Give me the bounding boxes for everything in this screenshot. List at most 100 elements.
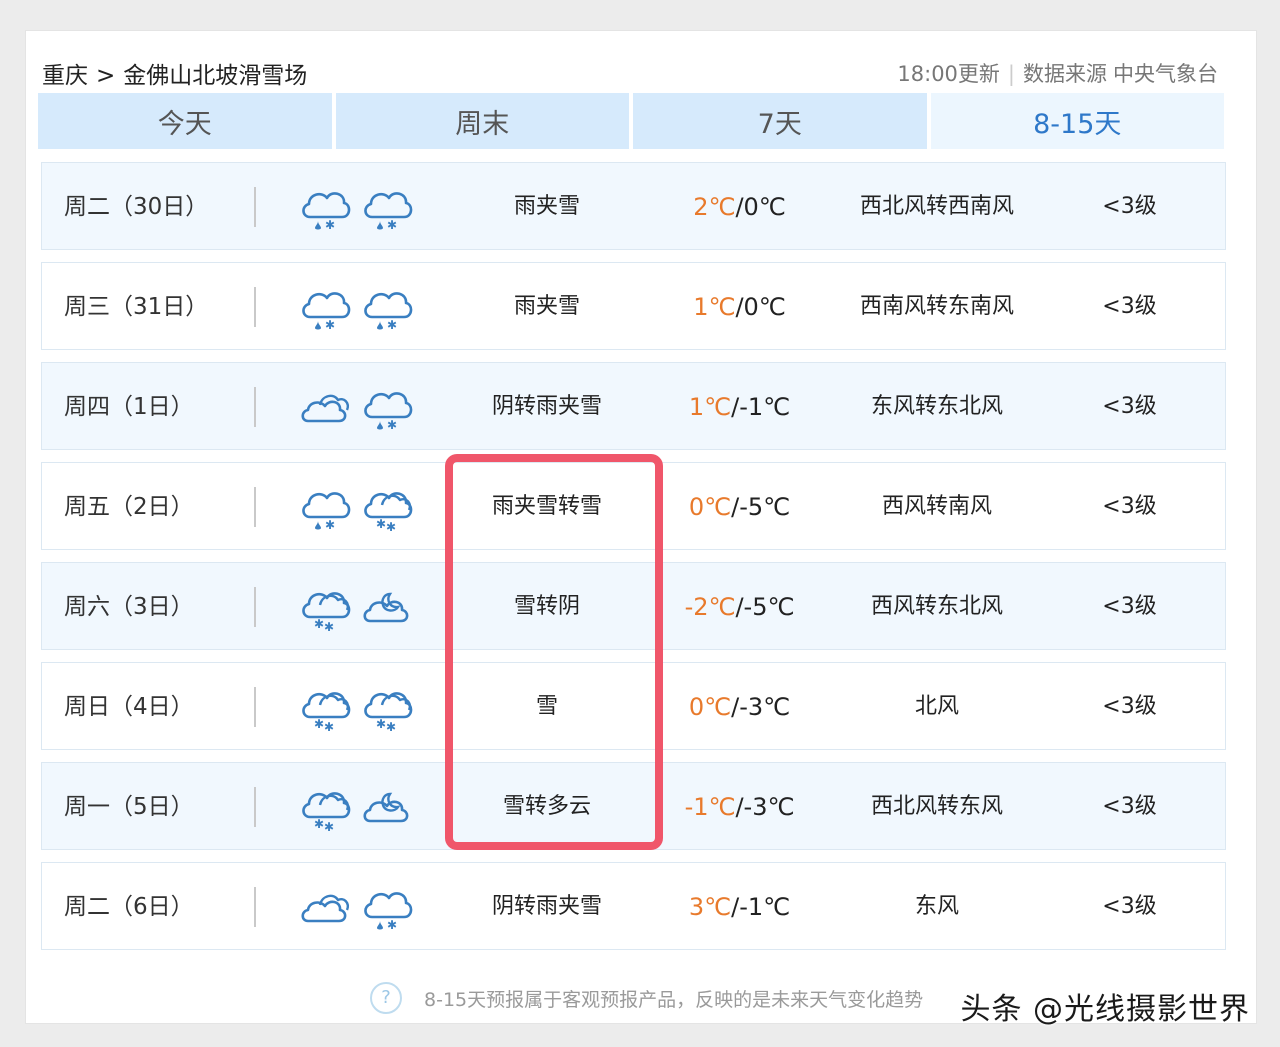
wind-direction: 西北风转东风: [870, 794, 1003, 819]
temp-low: /-3℃: [735, 793, 795, 821]
wind-direction: 东风: [914, 894, 959, 919]
svg-text:✱: ✱: [324, 620, 334, 631]
svg-text:✱: ✱: [387, 418, 397, 431]
temp-low: /-5℃: [735, 593, 795, 621]
wind-level: <3级: [1102, 794, 1157, 819]
row-date: 周五（2日）: [64, 494, 194, 520]
wind-direction: 西南风转东南风: [859, 294, 1014, 319]
forecast-row: 周三（31日） ✱ ✱ 雨夹雪 1℃/0℃ 西南风转东南风 <3级: [41, 262, 1226, 350]
temperature: 0℃/-3℃: [652, 663, 827, 751]
svg-text:✱: ✱: [314, 817, 324, 831]
weather-description: 雪: [535, 694, 558, 719]
snow-icon: ✱ ✱: [360, 681, 414, 734]
temp-high: 1℃: [693, 293, 736, 321]
svg-text:✱: ✱: [325, 518, 335, 531]
row-date: 周六（3日）: [64, 594, 194, 620]
weather-description: 雨夹雪转雪: [491, 494, 602, 519]
wind-level: <3级: [1102, 594, 1157, 619]
update-time: 18:00更新: [897, 62, 1000, 86]
snow-icon: ✱ ✱: [298, 781, 352, 834]
temperature: 0℃/-5℃: [652, 463, 827, 551]
temp-low: /-3℃: [731, 693, 791, 721]
wind-level: <3级: [1102, 494, 1157, 519]
update-info: 18:00更新 | 数据来源 中央气象台: [897, 58, 1218, 88]
weather-description: 雨夹雪: [513, 194, 580, 219]
source-label: 数据来源: [1023, 62, 1107, 86]
cloudy-night-icon: [360, 581, 414, 631]
overcast-icon: [298, 381, 352, 431]
forecast-row: 周二（6日） ✱ 阴转雨夹雪 3℃/-1℃ 东风 <3级: [41, 862, 1226, 950]
breadcrumb: 重庆 > 金佛山北坡滑雪场: [42, 56, 307, 90]
tab-today[interactable]: 今天: [38, 93, 332, 149]
svg-text:✱: ✱: [386, 520, 396, 531]
svg-text:✱: ✱: [387, 918, 397, 931]
tab-7-days[interactable]: 7天: [633, 93, 927, 149]
temperature: 1℃/-1℃: [652, 363, 827, 451]
snow-icon: ✱ ✱: [298, 681, 352, 734]
temp-high: 2℃: [693, 193, 736, 221]
temperature: -2℃/-5℃: [652, 563, 827, 651]
temp-low: /-5℃: [731, 493, 791, 521]
row-date: 周日（4日）: [64, 694, 194, 720]
footer-note: 8-15天预报属于客观预报产品，反映的是未来天气变化趋势: [424, 988, 924, 1011]
svg-text:✱: ✱: [314, 617, 324, 631]
wind-direction: 西风转东北风: [870, 594, 1003, 619]
tab-8-15-days[interactable]: 8-15天: [930, 93, 1224, 149]
breadcrumb-separator: >: [96, 63, 116, 89]
forecast-row: 周四（1日） ✱ 阴转雨夹雪 1℃/-1℃ 东风转东北风 <3级: [41, 362, 1226, 450]
weather-description: 雪转多云: [502, 794, 591, 819]
svg-text:✱: ✱: [386, 720, 396, 731]
forecast-row: 周一（5日） ✱ ✱ 雪转多云 -1℃/-3℃ 西北风转东风 <3级: [41, 762, 1226, 850]
svg-text:✱: ✱: [314, 717, 324, 731]
forecast-row: 周日（4日） ✱ ✱ ✱ ✱ 雪 0℃/-3℃ 北风 <3级: [41, 662, 1226, 750]
rain-snow-icon: ✱: [360, 181, 414, 232]
rain-snow-icon: ✱: [298, 281, 352, 332]
temp-low: /0℃: [735, 193, 786, 221]
wind-direction: 东风转东北风: [870, 394, 1003, 419]
svg-text:✱: ✱: [325, 318, 335, 331]
row-divider: [254, 587, 256, 627]
forecast-tabs: 今天 周末 7天 8-15天: [38, 93, 1224, 149]
footer: ? 8-15天预报属于客观预报产品，反映的是未来天气变化趋势: [370, 982, 923, 1014]
row-divider: [254, 687, 256, 727]
forecast-row: 周五（2日） ✱ ✱ ✱ 雨夹雪转雪 0℃/-5℃ 西风转南风 <3级: [41, 462, 1226, 550]
temp-high: 3℃: [688, 893, 732, 921]
forecast-row: 周二（30日） ✱ ✱ 雨夹雪 2℃/0℃ 西北风转西南风 <3级: [41, 162, 1226, 250]
snow-icon: ✱ ✱: [298, 581, 352, 634]
tab-weekend[interactable]: 周末: [335, 93, 629, 149]
cloudy-night-icon: [360, 781, 414, 831]
row-divider: [254, 787, 256, 827]
breadcrumb-city[interactable]: 重庆: [42, 63, 88, 89]
temperature: 1℃/0℃: [652, 263, 827, 351]
temp-high: 0℃: [688, 693, 732, 721]
overcast-icon: [298, 881, 352, 931]
row-date: 周三（31日）: [64, 294, 209, 320]
svg-text:✱: ✱: [376, 517, 386, 531]
row-date: 周二（6日）: [64, 894, 194, 920]
temp-low: /-1℃: [731, 393, 791, 421]
svg-text:✱: ✱: [376, 717, 386, 731]
meta-divider: |: [1007, 62, 1015, 86]
help-icon[interactable]: ?: [370, 982, 402, 1014]
svg-text:✱: ✱: [325, 218, 335, 231]
temperature: 3℃/-1℃: [652, 863, 827, 951]
temp-high: 1℃: [688, 393, 732, 421]
temp-high: -2℃: [684, 593, 736, 621]
svg-text:✱: ✱: [387, 318, 397, 331]
breadcrumb-location: 金佛山北坡滑雪场: [123, 63, 308, 89]
wind-direction: 西风转南风: [881, 494, 992, 519]
svg-text:✱: ✱: [324, 720, 334, 731]
row-date: 周二（30日）: [64, 194, 209, 220]
source-name: 中央气象台: [1113, 62, 1218, 86]
row-date: 周四（1日）: [64, 394, 194, 420]
temp-high: 0℃: [688, 493, 732, 521]
forecast-row: 周六（3日） ✱ ✱ 雪转阴 -2℃/-5℃ 西风转东北风 <3级: [41, 562, 1226, 650]
weather-description: 阴转雨夹雪: [491, 394, 602, 419]
rain-snow-icon: ✱: [298, 181, 352, 232]
row-divider: [254, 287, 256, 327]
wind-level: <3级: [1102, 394, 1157, 419]
rain-snow-icon: ✱: [298, 481, 352, 532]
temp-high: -1℃: [684, 793, 736, 821]
row-divider: [254, 387, 256, 427]
weather-description: 雨夹雪: [513, 294, 580, 319]
